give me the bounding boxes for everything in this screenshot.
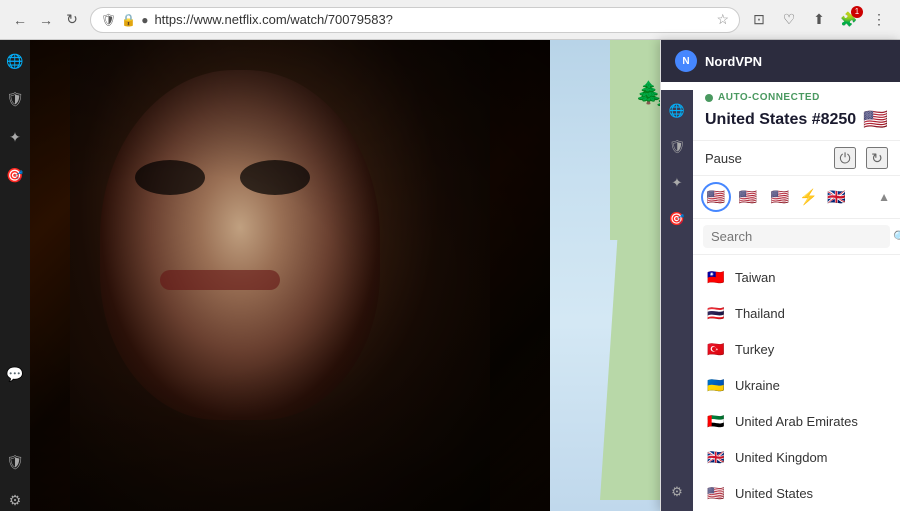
quick-servers-row: 🇺🇸 🇺🇸 🇺🇸 ⚡ 🇬🇧 ▲ [693, 176, 900, 219]
search-wrap: 🔍 [703, 225, 890, 248]
country-item-us[interactable]: 🇺🇸 United States [693, 475, 900, 511]
country-item-thailand[interactable]: 🇹🇭 Thailand [693, 295, 900, 331]
flag-uae: 🇦🇪 [705, 410, 727, 432]
server-flag: 🇺🇸 [863, 107, 888, 132]
flag-ukraine: 🇺🇦 [705, 374, 727, 396]
bookmark-button[interactable]: ♡ [778, 9, 800, 31]
country-item-ukraine[interactable]: 🇺🇦 Ukraine [693, 367, 900, 403]
panel-title: NordVPN [705, 54, 762, 69]
star-icon[interactable]: ☆ [716, 11, 729, 28]
back-button[interactable]: ← [10, 10, 30, 30]
video-player [30, 40, 550, 511]
browser-chrome: ← → ↻ 🛡 🔒 ● https://www.netflix.com/watc… [0, 0, 900, 40]
sidebar-icon-2[interactable]: ✦ [4, 126, 26, 148]
browser-sidebar: 🌐 🛡 ✦ 🎯 💬 🛡 ⚙ [0, 40, 30, 511]
connected-server: United States #8250 🇺🇸 [705, 107, 888, 132]
panel-nav-globe[interactable]: 🌐 [666, 100, 688, 122]
forward-button[interactable]: → [36, 10, 56, 30]
sidebar-icon-1[interactable]: 🛡 [4, 88, 26, 110]
chevron-up-icon[interactable]: ▲ [878, 190, 890, 204]
pause-button[interactable]: Pause [705, 151, 742, 166]
country-name-taiwan: Taiwan [735, 270, 775, 285]
video-frame [30, 40, 550, 511]
screenshot-button[interactable]: ⊡ [748, 9, 770, 31]
country-name-ukraine: Ukraine [735, 378, 780, 393]
flag-turkey: 🇹🇷 [705, 338, 727, 360]
reload-button[interactable]: ↻ [62, 10, 82, 30]
refresh-button[interactable]: ↻ [866, 147, 888, 169]
auto-connected-badge: AUTO-CONNECTED [705, 92, 888, 103]
quick-flag-us-2[interactable]: 🇺🇸 [735, 184, 761, 210]
panel-nav-shield[interactable]: 🛡 [666, 136, 688, 158]
lock-icon: 🔒 [121, 13, 136, 27]
quick-flag-gb[interactable]: 🇬🇧 [824, 184, 850, 210]
shield-icon: 🛡 [101, 13, 116, 27]
browser-actions: ⊡ ♡ ⬆ 🧩 1 ⋮ [748, 9, 890, 31]
sidebar-icon-3[interactable]: 🎯 [4, 164, 26, 186]
lightning-icon[interactable]: ⚡ [799, 188, 818, 206]
panel-nav-star[interactable]: ✦ [666, 172, 688, 194]
sidebar-icon-0[interactable]: 🌐 [4, 50, 26, 72]
sidebar-icon-6[interactable]: ⚙ [4, 489, 26, 511]
cert-icon: ● [141, 13, 148, 27]
country-name-thailand: Thailand [735, 306, 785, 321]
search-icon: 🔍 [893, 230, 900, 244]
country-name-us: United States [735, 486, 813, 501]
search-input[interactable] [711, 229, 887, 244]
panel-nav-settings[interactable]: ⚙ [666, 481, 688, 503]
search-row: 🔍 [693, 219, 900, 255]
sidebar-icon-5[interactable]: 🛡 [4, 451, 26, 473]
sidebar-icon-4[interactable]: 💬 [4, 363, 26, 385]
flag-taiwan: 🇹🇼 [705, 266, 727, 288]
country-item-turkey[interactable]: 🇹🇷 Turkey [693, 331, 900, 367]
quick-flag-us-3[interactable]: 🇺🇸 [767, 184, 793, 210]
nordvpn-logo: N [675, 50, 697, 72]
nordvpn-panel: N NordVPN 🌐 🛡 ✦ 🎯 ⚙ AUTO-CONNECTED Unite… [660, 40, 900, 511]
flag-thailand: 🇹🇭 [705, 302, 727, 324]
green-dot [705, 94, 713, 102]
panel-main: AUTO-CONNECTED United States #8250 🇺🇸 Pa… [693, 82, 900, 511]
flag-uk: 🇬🇧 [705, 446, 727, 468]
flag-us: 🇺🇸 [705, 482, 727, 504]
server-name: United States #8250 [705, 111, 856, 129]
country-name-turkey: Turkey [735, 342, 774, 357]
country-item-uae[interactable]: 🇦🇪 United Arab Emirates [693, 403, 900, 439]
url-text: https://www.netflix.com/watch/70079583? [154, 12, 710, 27]
menu-button[interactable]: ⋮ [868, 9, 890, 31]
panel-nav-target[interactable]: 🎯 [666, 208, 688, 230]
control-icons: ⏻ ↻ [834, 147, 888, 169]
country-name-uae: United Arab Emirates [735, 414, 858, 429]
extension-badge: 1 [851, 6, 863, 18]
country-item-uk[interactable]: 🇬🇧 United Kingdom [693, 439, 900, 475]
share-button[interactable]: ⬆ [808, 9, 830, 31]
address-bar-icons: 🛡 🔒 ● [101, 13, 148, 27]
extensions-button[interactable]: 🧩 1 [838, 9, 860, 31]
country-item-taiwan[interactable]: 🇹🇼 Taiwan [693, 259, 900, 295]
country-name-uk: United Kingdom [735, 450, 828, 465]
panel-sidebar-nav: 🌐 🛡 ✦ 🎯 ⚙ [661, 90, 693, 511]
power-button[interactable]: ⏻ [834, 147, 856, 169]
browser-controls: ← → ↻ [10, 10, 82, 30]
quick-flag-us-1[interactable]: 🇺🇸 [703, 184, 729, 210]
main-content: 🌐 🛡 ✦ 🎯 💬 🛡 ⚙ 🌲 🌲 [0, 40, 900, 511]
country-list[interactable]: 🇹🇼 Taiwan 🇹🇭 Thailand 🇹🇷 Turkey 🇺🇦 Ukrai… [693, 255, 900, 511]
address-bar[interactable]: 🛡 🔒 ● https://www.netflix.com/watch/7007… [90, 7, 740, 33]
controls-row: Pause ⏻ ↻ [693, 141, 900, 176]
panel-header: N NordVPN [661, 40, 900, 82]
connected-section: AUTO-CONNECTED United States #8250 🇺🇸 [693, 82, 900, 141]
